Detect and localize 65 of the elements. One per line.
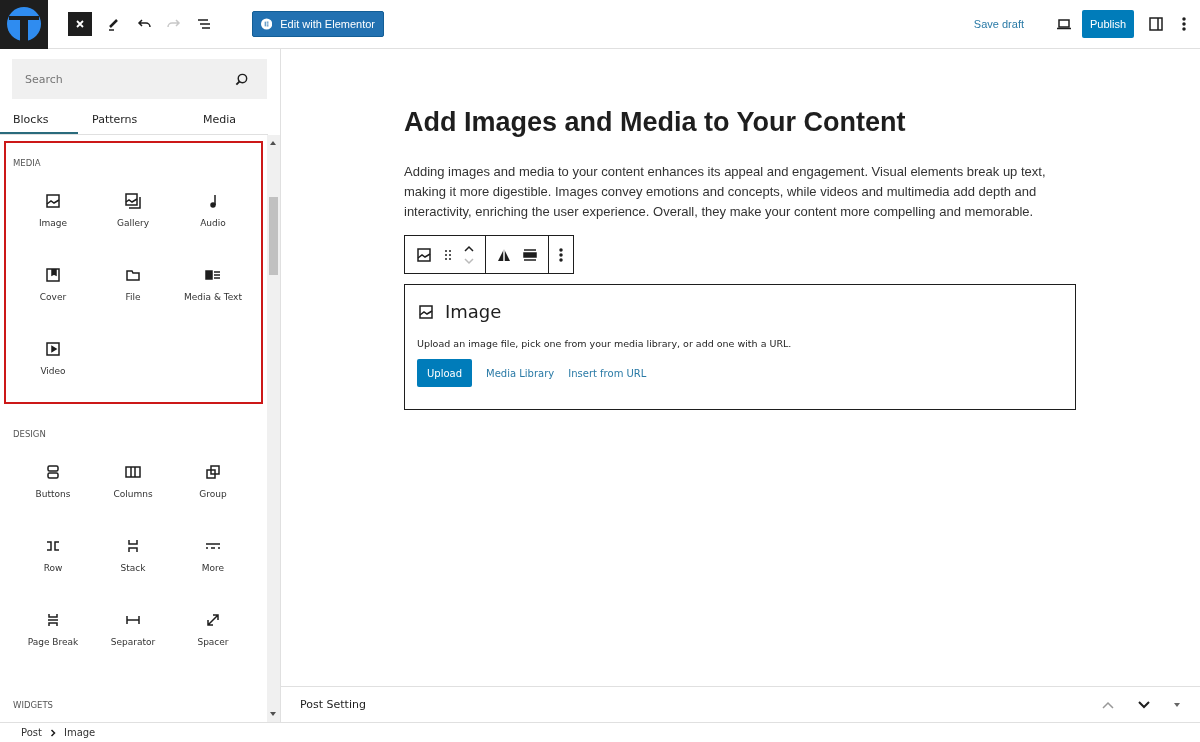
logo-icon [0,0,48,49]
more-divider-icon [206,543,220,549]
block-item[interactable]: Media & Text [173,266,253,324]
chevron-up-icon[interactable] [1101,699,1115,710]
buttons-icon [44,463,62,481]
block-item[interactable]: Separator [93,611,173,669]
scrollbar[interactable] [267,135,280,722]
drag-handle-icon[interactable] [443,247,453,262]
chevron-down-icon[interactable] [1137,699,1151,710]
align-icon[interactable] [496,246,512,263]
insert-url-link[interactable]: Insert from URL [568,367,647,379]
block-item[interactable]: More [173,537,253,595]
image-icon [417,302,435,321]
block-item[interactable]: Stack [93,537,173,595]
block-item[interactable]: Columns [93,463,173,521]
section-heading: WIDGETS [13,700,53,710]
group-icon [204,463,222,481]
block-item[interactable]: Gallery [93,192,173,250]
block-item[interactable]: Row [13,537,93,595]
placeholder-title: Image [445,301,502,322]
width-icon[interactable] [522,246,538,263]
block-item[interactable]: Cover [13,266,93,324]
close-button[interactable] [68,12,92,36]
upload-button[interactable]: Upload [417,359,473,387]
paragraph: Adding images and media to your content enhances its appeal and engagement. Visual elements break up text, making it more digestible. Images convey emotions and concepts, while videos and multimedia add depth and interactivity, enriching the user experience. Overall, they make your content more compelling and memorable. [404,163,1047,221]
section-heading: MEDIA [13,158,41,168]
search-field[interactable]: Search [12,59,267,99]
block-item[interactable]: Audio [173,192,253,250]
section-heading: DESIGN [13,429,46,439]
post-title: Add Images and Media to Your Content [404,107,907,138]
media-library-link[interactable]: Media Library [486,367,555,379]
columns-icon [124,463,142,481]
image-icon[interactable] [415,245,433,264]
publish-button[interactable]: Publish [1082,10,1134,38]
elementor-button[interactable]: Edit with Elementor [252,11,384,37]
block-item[interactable]: Spacer [173,611,253,669]
block-item[interactable]: Buttons [13,463,93,521]
tab[interactable]: Media [157,107,268,134]
more-options-button[interactable] [1182,16,1186,32]
sidebar-toggle-button[interactable] [1148,16,1164,32]
chevron-right-icon [49,728,56,737]
image-icon [44,192,62,210]
block-item[interactable]: Image [13,192,93,250]
search-input[interactable]: Search [25,59,234,99]
video-icon [44,340,62,358]
block-item[interactable]: Page Break [13,611,93,669]
bookmark-square-icon [44,266,62,284]
tab[interactable]: Patterns [78,107,157,134]
search-icon [234,71,249,87]
list-view-button[interactable] [196,16,212,32]
breadcrumb-link[interactable]: Image [63,727,96,738]
dropdown-icon[interactable] [1173,701,1181,708]
more-options-icon[interactable] [559,246,563,263]
close-icon [75,19,85,29]
gallery-icon [124,192,142,210]
block-item[interactable]: File [93,266,173,324]
save-draft-button[interactable]: Save draft [967,17,1030,31]
resize-arrow-icon [204,611,222,629]
breadcrumb-link[interactable]: Post [21,727,42,738]
panel-title: Post Setting [300,698,367,711]
block-item[interactable]: Video [13,340,93,398]
preview-button[interactable] [1056,16,1072,32]
block-item[interactable]: Group [173,463,253,521]
instructions: Upload an image file, pick one from your media library, or add one with a URL. [417,338,793,349]
tab[interactable]: Blocks [0,107,78,134]
